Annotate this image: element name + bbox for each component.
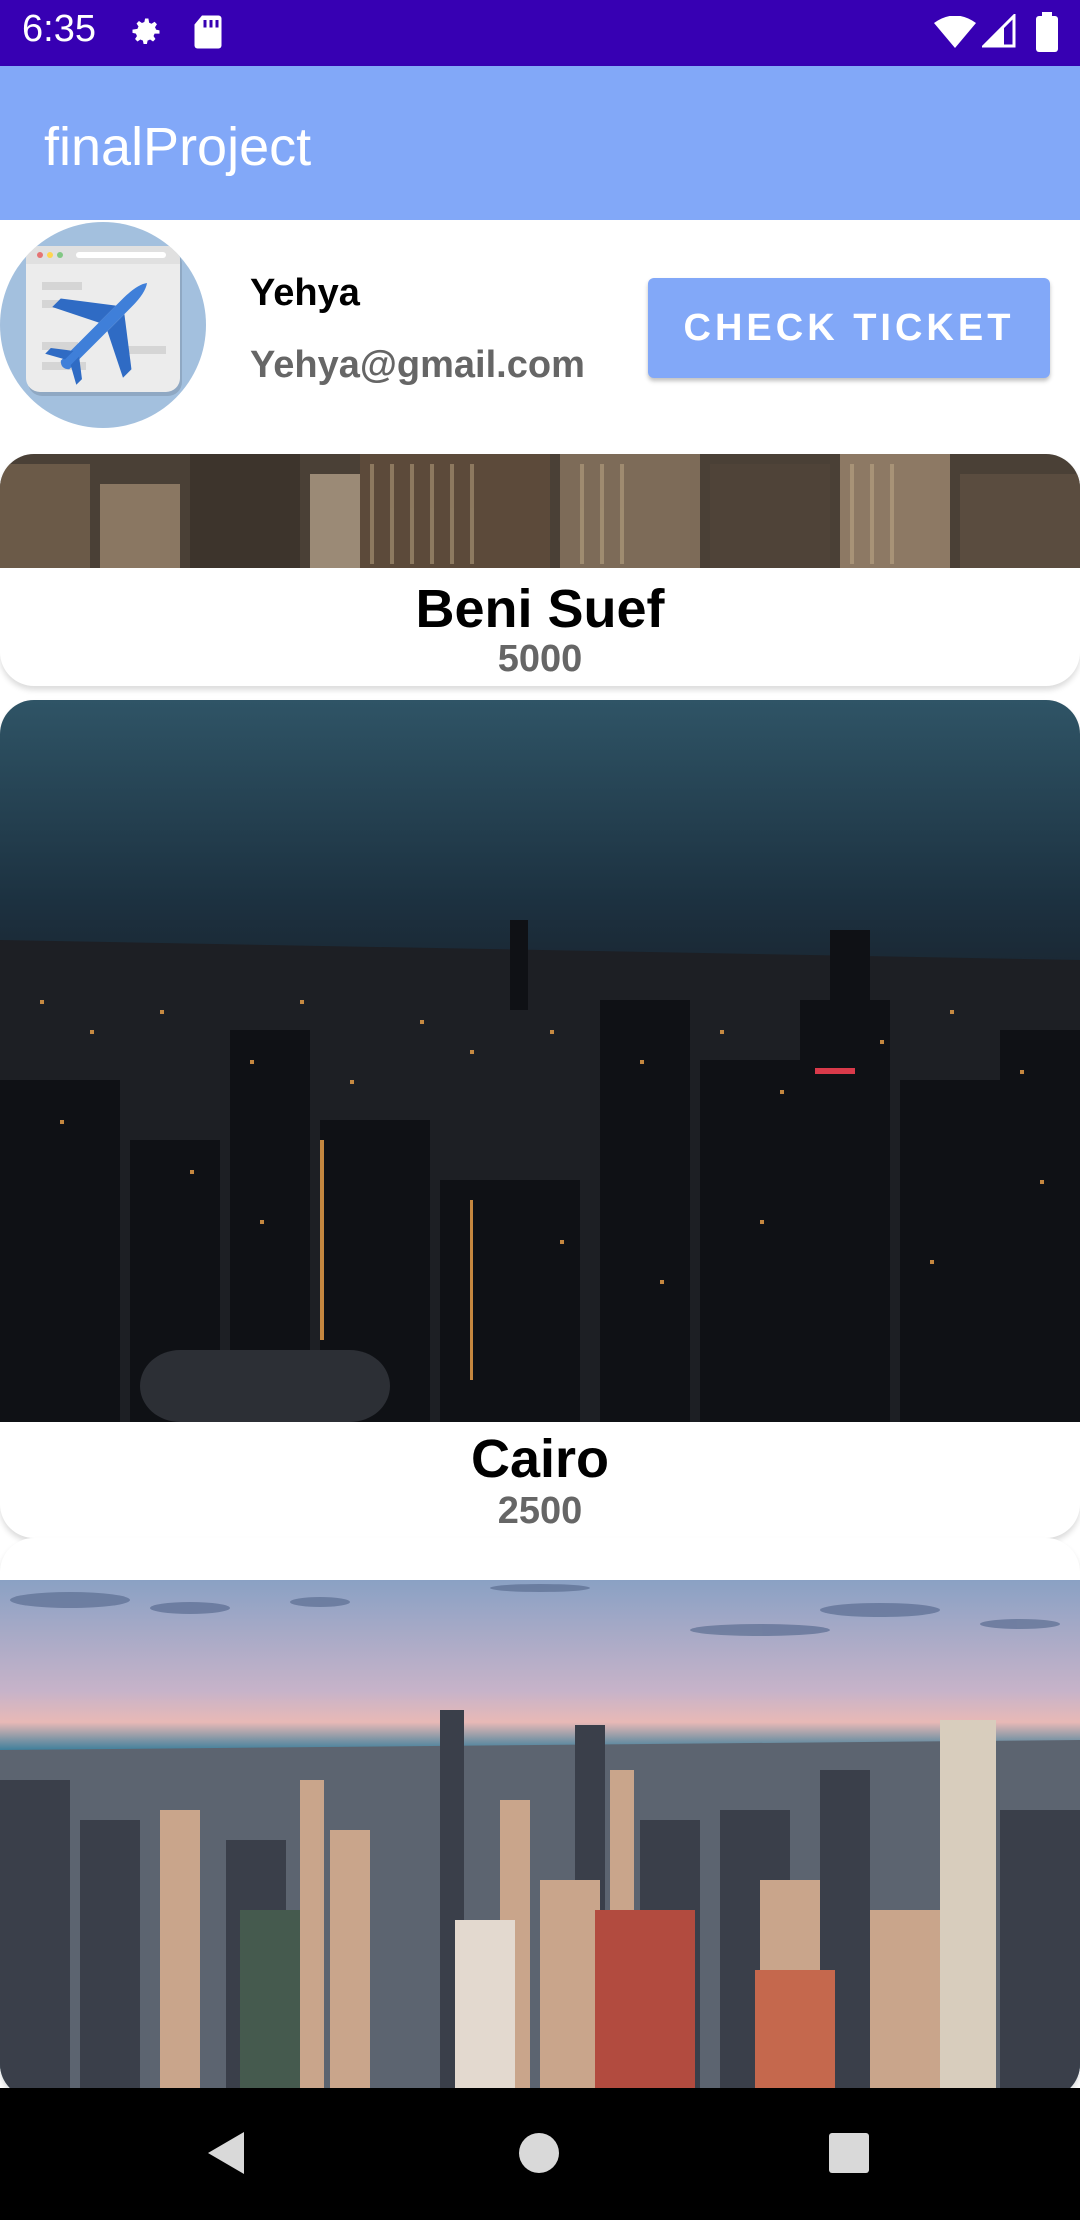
destination-card[interactable] — [0, 1538, 1080, 2098]
destination-city: Beni Suef — [415, 579, 665, 639]
wifi-icon — [934, 15, 976, 53]
destination-photo — [0, 1580, 1080, 2088]
gear-icon — [128, 14, 164, 55]
navigation-bar — [0, 2088, 1080, 2220]
status-bar: 6:35 — [0, 0, 1080, 66]
destination-photo — [0, 700, 1080, 1422]
sd-card-icon — [192, 14, 224, 55]
check-ticket-button[interactable]: CHECK TICKET — [648, 278, 1050, 378]
recents-icon[interactable] — [828, 2132, 870, 2179]
destination-price: 2500 — [497, 1490, 583, 1532]
back-icon[interactable] — [206, 2130, 246, 2181]
app-bar: finalProject — [0, 66, 1080, 220]
app-title: finalProject — [44, 117, 312, 177]
destination-photo — [0, 454, 1080, 568]
destination-card[interactable]: Beni Suef 5000 — [0, 454, 1080, 686]
user-name: Yehya — [250, 272, 360, 314]
signal-icon — [980, 12, 1016, 53]
destination-price: 5000 — [497, 638, 583, 680]
destination-card[interactable]: Cairo 2500 — [0, 700, 1080, 1538]
destination-city: Cairo — [470, 1429, 610, 1489]
airplane-browser-icon — [26, 246, 180, 392]
avatar — [0, 222, 206, 428]
battery-icon — [1036, 12, 1058, 57]
profile-header: Yehya Yehya@gmail.com CHECK TICKET — [0, 220, 1080, 454]
status-time: 6:35 — [22, 8, 96, 50]
user-email: Yehya@gmail.com — [250, 344, 585, 386]
home-icon[interactable] — [518, 2132, 560, 2179]
